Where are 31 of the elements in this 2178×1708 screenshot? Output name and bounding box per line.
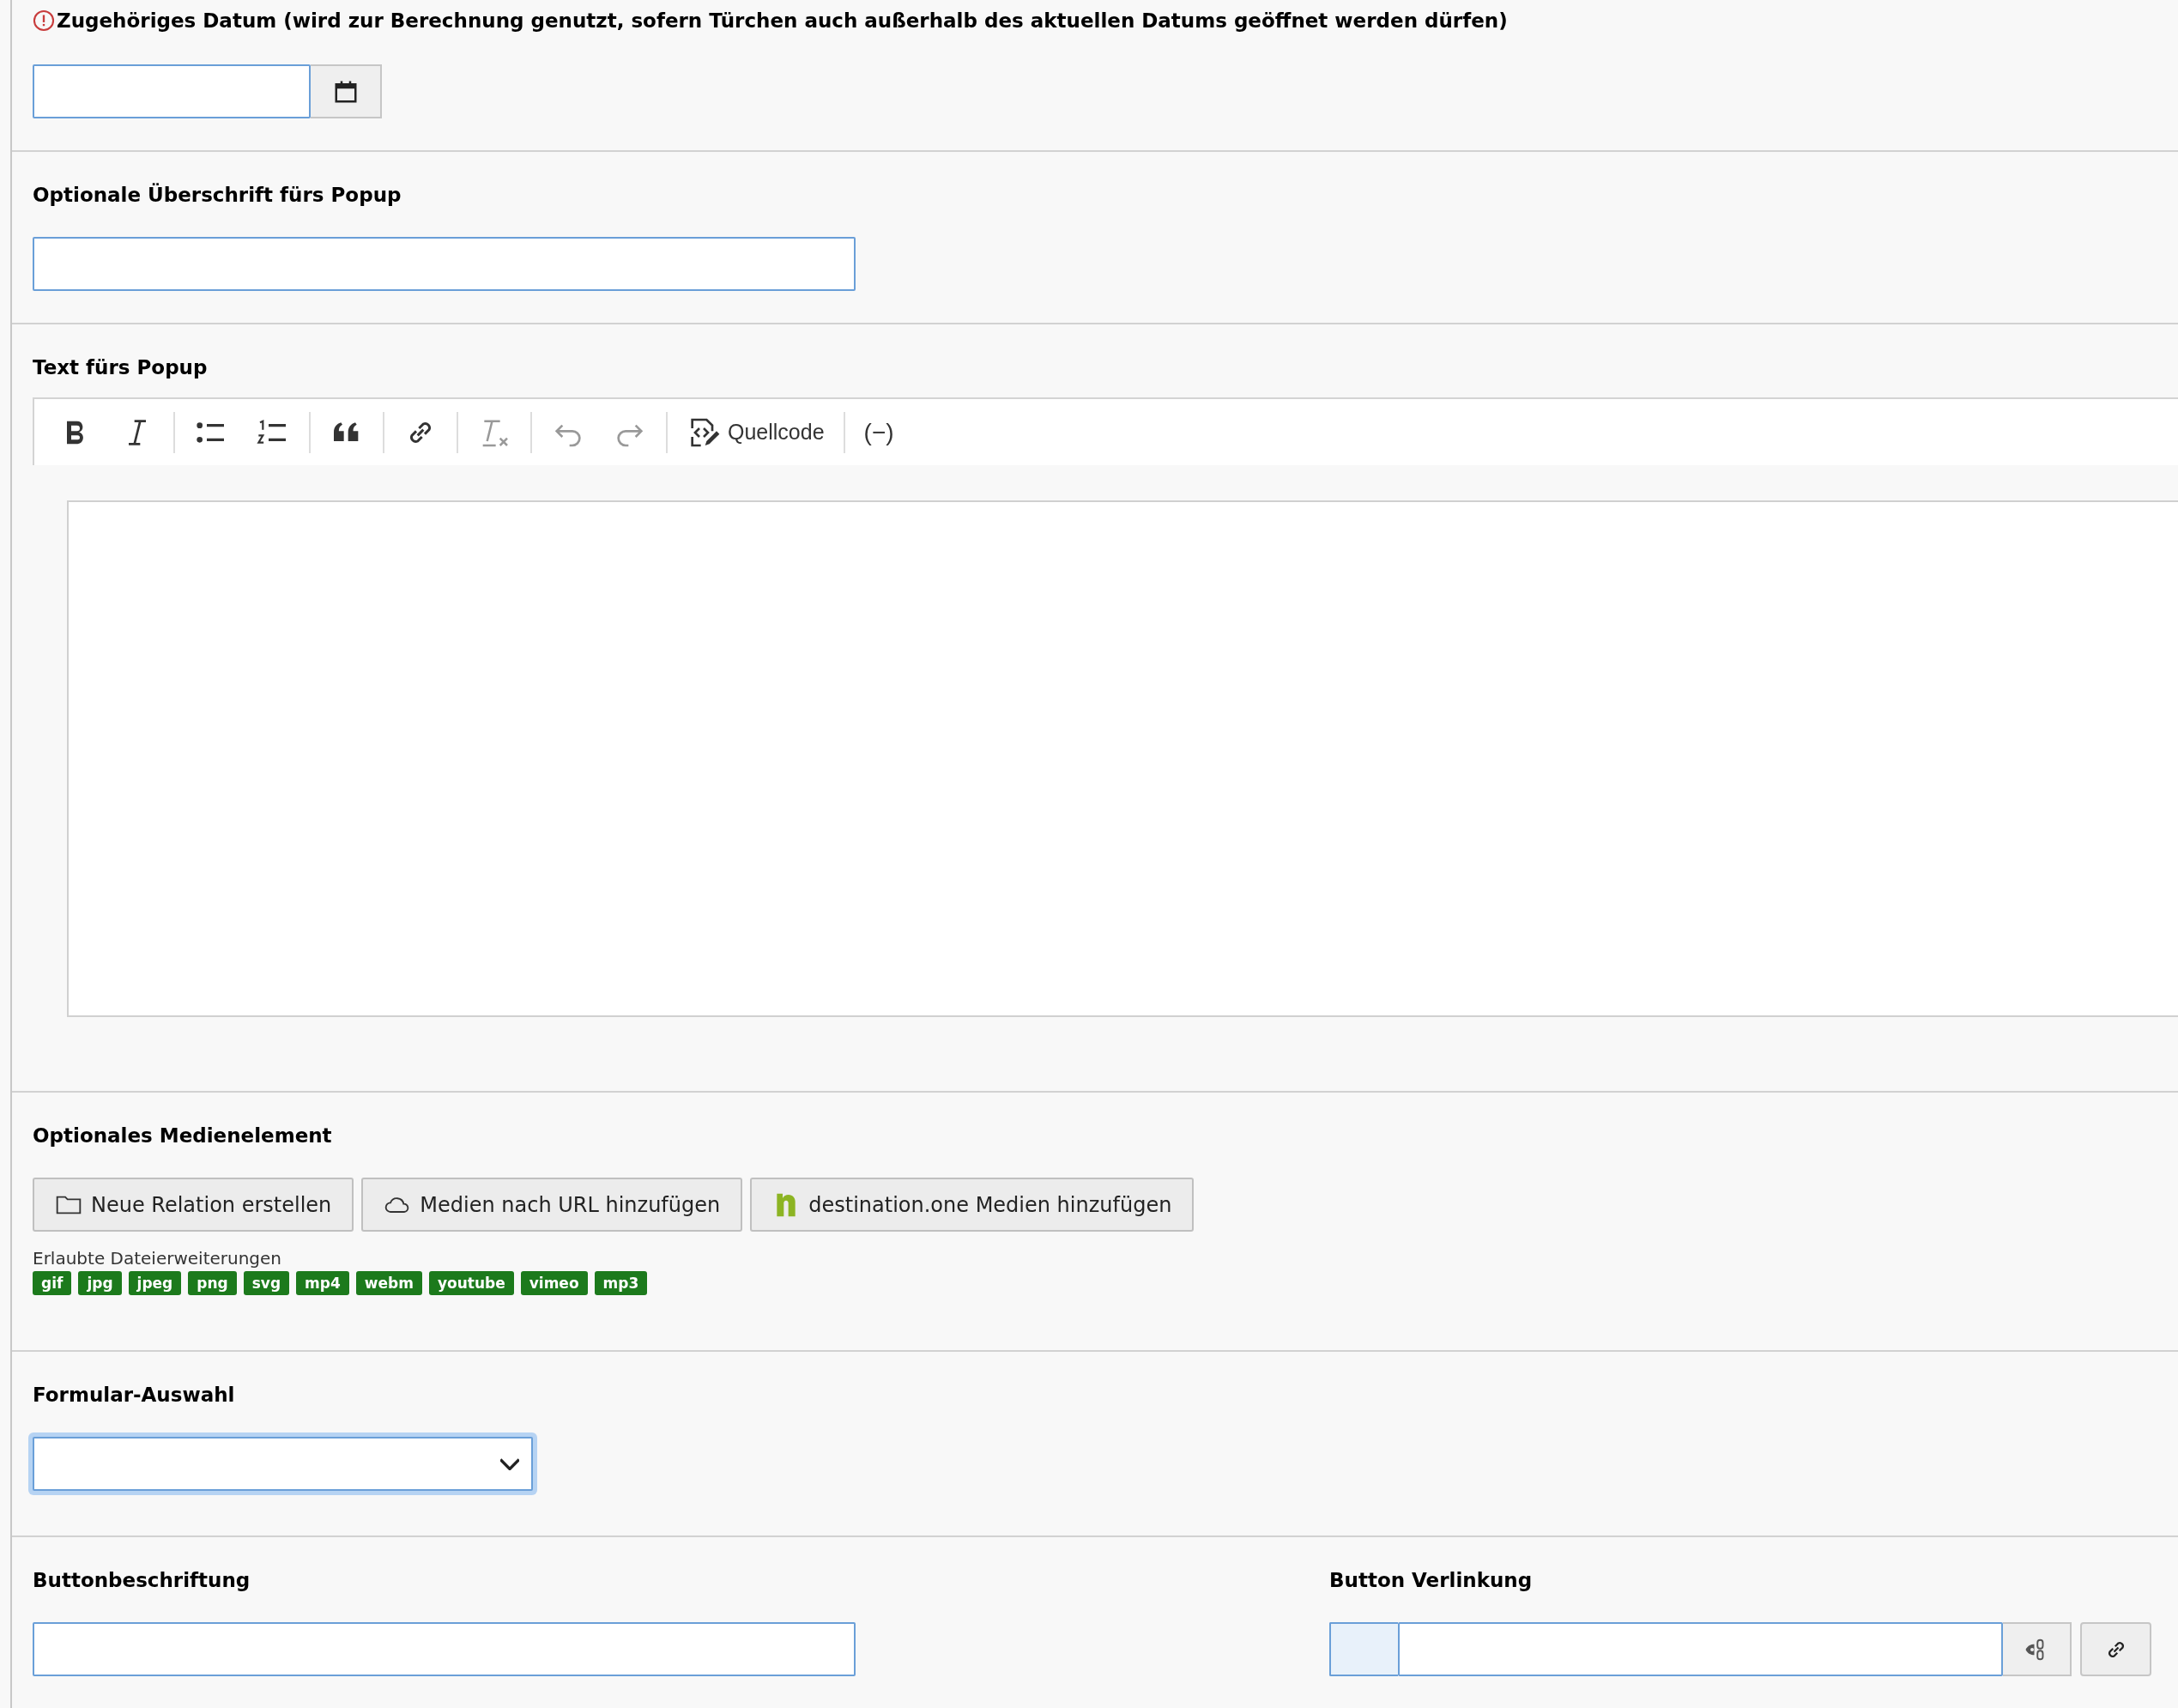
file-extension-tag: vimeo: [520, 1271, 588, 1295]
button-label-input-field[interactable]: [33, 1622, 856, 1676]
file-extension-tag: youtube: [428, 1271, 514, 1295]
field-label: Buttonbeschriftung: [33, 1568, 251, 1593]
allowed-extensions-label: Erlaubte Dateierweiterungen: [33, 1247, 283, 1269]
field-label: Optionale Überschrift fürs Popup: [33, 182, 402, 208]
add-media-button[interactable]: Medien nach URL hinzufügen: [361, 1178, 743, 1232]
chevron-down-icon: [500, 1457, 519, 1470]
file-extension-tag: jpeg: [128, 1271, 182, 1295]
file-extension-tag: svg: [243, 1271, 290, 1295]
add-media-button[interactable]: Neue Relation erstellen: [33, 1178, 354, 1232]
form-select-dropdown[interactable]: [33, 1437, 533, 1491]
heading-input-field[interactable]: [33, 237, 856, 291]
field-label: Formular-Auswahl: [33, 1383, 236, 1408]
file-extension-tag: png: [188, 1271, 237, 1295]
collapse-button[interactable]: (−): [850, 413, 908, 451]
date-input-field[interactable]: [33, 64, 311, 118]
link-preview-button[interactable]: [2003, 1622, 2072, 1676]
file-extension-tag: jpg: [78, 1271, 122, 1295]
source-button[interactable]: Quellcode: [673, 409, 838, 455]
add-media-button[interactable]: destination.one Medien hinzufügen: [750, 1178, 1195, 1232]
link-input-field[interactable]: [1398, 1622, 2003, 1676]
file-extension-tag: webm: [355, 1271, 422, 1295]
field-label: Zugehöriges Datum (wird zur Berechnung genutzt, sofern Türchen auch außerhalb des aktuellen Datums geöffnet werden dürfen): [57, 9, 1508, 33]
file-extension-tag: mp4: [296, 1271, 349, 1295]
file-extension-tag: gif: [33, 1271, 72, 1295]
file-extension-tag: mp3: [594, 1271, 648, 1295]
field-label: Text fürs Popup: [33, 355, 209, 380]
field-label: Optionales Medienelement: [33, 1124, 333, 1148]
calendar-button[interactable]: [311, 64, 382, 118]
field-label: Button Verlinkung: [1329, 1568, 1534, 1593]
